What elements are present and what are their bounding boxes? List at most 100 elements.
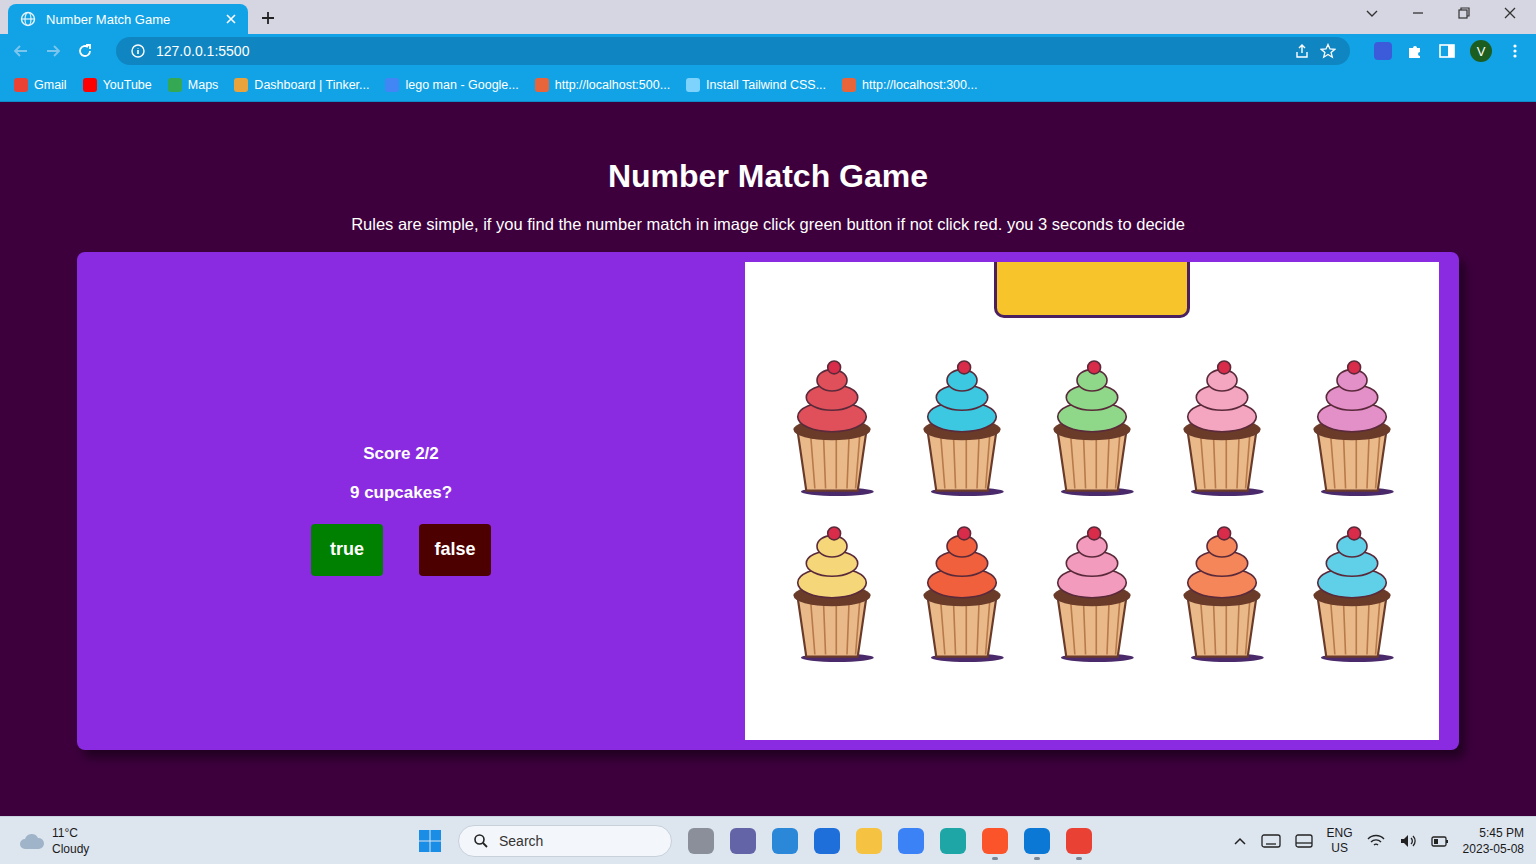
globe-icon xyxy=(20,11,36,27)
side-panel-icon[interactable] xyxy=(1438,42,1456,60)
taskbar-search[interactable]: Search xyxy=(458,825,672,857)
score: Score 2/2 xyxy=(363,443,439,465)
weather-widget[interactable]: 11°CCloudy xyxy=(18,825,418,857)
close-window-icon[interactable] xyxy=(1502,5,1518,21)
taskbar-app[interactable] xyxy=(814,822,840,860)
bookmark-icon xyxy=(168,78,182,92)
bookmark-label: Dashboard | Tinker... xyxy=(254,78,369,92)
app-icon xyxy=(982,828,1008,854)
taskbar-app[interactable] xyxy=(856,822,882,860)
tab-title: Number Match Game xyxy=(46,12,214,27)
running-indicator xyxy=(782,857,788,860)
cupcake-icon xyxy=(1037,512,1147,662)
tab-strip: Number Match Game xyxy=(0,0,1536,34)
chevron-down-icon[interactable] xyxy=(1364,5,1380,21)
bookmarks-bar: Gmail YouTube Maps Dashboard | Tinker... leg… xyxy=(0,68,1536,102)
windows-logo-icon[interactable] xyxy=(418,829,442,853)
cupcake-icon xyxy=(1037,346,1147,496)
answer-button[interactable]: true xyxy=(311,524,383,576)
taskbar-app[interactable] xyxy=(1066,822,1092,860)
running-indicator xyxy=(1076,857,1082,860)
search-placeholder: Search xyxy=(499,833,543,849)
bookmark[interactable]: Gmail xyxy=(14,78,67,92)
profile-avatar[interactable]: V xyxy=(1470,40,1492,62)
restore-icon[interactable] xyxy=(1456,5,1472,21)
address-text: 127.0.0.1:5500 xyxy=(156,43,249,59)
banner-shape xyxy=(994,262,1190,318)
back-icon[interactable] xyxy=(12,42,30,60)
question: 9 cupcakes? xyxy=(350,482,452,504)
minimize-icon[interactable] xyxy=(1410,5,1426,21)
bookmark-label: YouTube xyxy=(103,78,152,92)
taskbar-app[interactable] xyxy=(940,822,966,860)
bookmark[interactable]: Install Tailwind CSS... xyxy=(686,78,826,92)
keyboard-icon[interactable] xyxy=(1261,833,1281,849)
cupcake-icon xyxy=(907,346,1017,496)
reload-icon[interactable] xyxy=(76,42,94,60)
taskbar-app[interactable] xyxy=(772,822,798,860)
bookmark-label: http://localhost:500... xyxy=(555,78,670,92)
answer-button[interactable]: false xyxy=(419,524,491,576)
battery-icon[interactable] xyxy=(1431,833,1449,849)
bookmark-icon xyxy=(842,78,856,92)
star-icon[interactable] xyxy=(1320,43,1336,59)
app-icon xyxy=(730,828,756,854)
app-icon xyxy=(772,828,798,854)
bookmark-label: Gmail xyxy=(34,78,67,92)
time: 5:45 PM xyxy=(1479,825,1524,841)
taskbar-app[interactable] xyxy=(898,822,924,860)
screen: Number Match Game 127.0.0.1:5500 V Gmail You… xyxy=(0,0,1536,864)
page-title: Number Match Game xyxy=(608,156,928,196)
page: Number Match Game Rules are simple, if yo… xyxy=(0,102,1536,816)
bookmark-label: Maps xyxy=(188,78,219,92)
bookmark[interactable]: Dashboard | Tinker... xyxy=(234,78,369,92)
address-bar[interactable]: 127.0.0.1:5500 xyxy=(116,37,1350,65)
forward-icon[interactable] xyxy=(44,42,62,60)
bookmark[interactable]: http://localhost:300... xyxy=(842,78,977,92)
taskbar-apps: Search xyxy=(418,822,1092,860)
language-indicator[interactable]: ENGUS xyxy=(1327,826,1353,856)
wifi-icon[interactable] xyxy=(1367,833,1385,849)
answer-buttons: true false xyxy=(311,524,491,576)
language-code: ENG xyxy=(1327,826,1353,841)
volume-icon[interactable] xyxy=(1399,833,1417,849)
taskbar-app[interactable] xyxy=(730,822,756,860)
system-tray: ENGUS 5:45 PM2023-05-08 xyxy=(1233,825,1524,857)
tablet-icon[interactable] xyxy=(1295,833,1313,849)
puzzle-icon[interactable] xyxy=(1406,42,1424,60)
info-icon[interactable] xyxy=(130,43,146,59)
extension-icon[interactable] xyxy=(1374,42,1392,60)
rules-text: Rules are simple, if you find the number… xyxy=(351,212,1185,236)
bookmark[interactable]: Maps xyxy=(168,78,219,92)
clock[interactable]: 5:45 PM2023-05-08 xyxy=(1463,825,1524,857)
menu-icon[interactable] xyxy=(1506,42,1524,60)
taskbar-app[interactable] xyxy=(1024,822,1050,860)
close-icon[interactable] xyxy=(224,12,238,26)
bookmark-icon xyxy=(234,78,248,92)
taskbar-app[interactable] xyxy=(688,822,714,860)
bookmark[interactable]: http://localhost:500... xyxy=(535,78,670,92)
cupcake-icon xyxy=(777,346,887,496)
running-indicator xyxy=(740,857,746,860)
cupcake-grid xyxy=(767,346,1417,662)
browser-tab[interactable]: Number Match Game xyxy=(8,4,248,34)
game-card: Score 2/2 9 cupcakes? true false xyxy=(77,252,1459,750)
bookmark[interactable]: YouTube xyxy=(83,78,152,92)
cupcake-icon xyxy=(1297,346,1407,496)
cupcake-icon xyxy=(907,512,1017,662)
chevron-up-icon[interactable] xyxy=(1233,834,1247,848)
app-icon xyxy=(898,828,924,854)
taskbar-app[interactable] xyxy=(982,822,1008,860)
app-icon xyxy=(1024,828,1050,854)
bookmark-icon xyxy=(535,78,549,92)
app-icon xyxy=(856,828,882,854)
running-indicator xyxy=(698,857,704,860)
language-code: US xyxy=(1331,841,1348,856)
date: 2023-05-08 xyxy=(1463,841,1524,857)
app-icon xyxy=(688,828,714,854)
share-icon[interactable] xyxy=(1294,43,1310,59)
cupcake-icon xyxy=(1297,512,1407,662)
taskbar: 11°CCloudy Search ENGUS 5:45 PM2023-05-08 xyxy=(0,816,1536,864)
bookmark[interactable]: lego man - Google... xyxy=(385,78,518,92)
plus-icon[interactable] xyxy=(260,10,276,26)
